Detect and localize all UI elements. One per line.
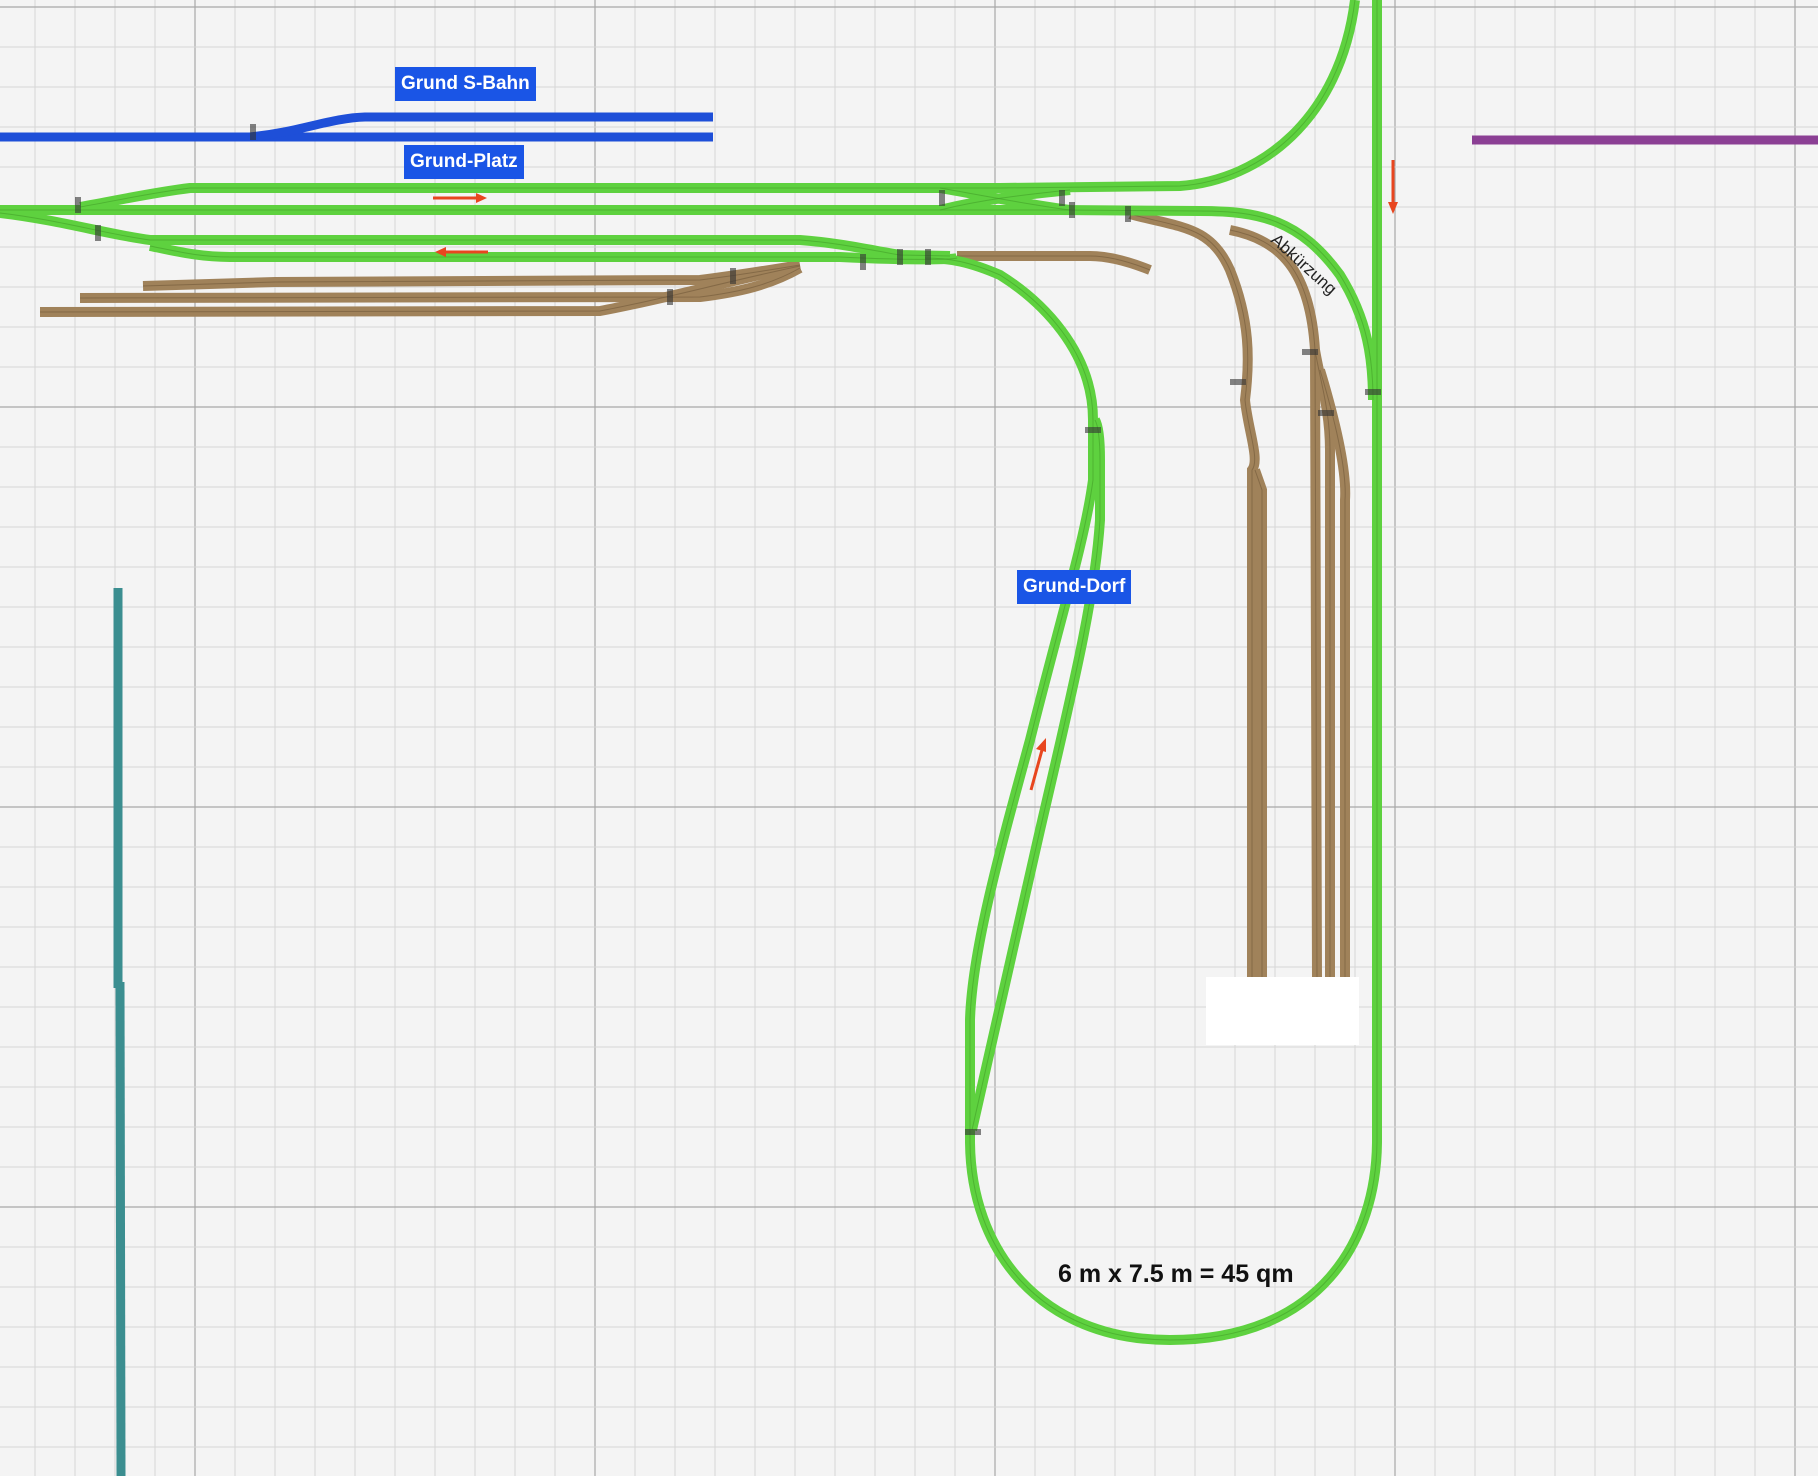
main-tracks [0, 0, 1382, 1346]
label-grund-dorf: Grund-Dorf [1017, 570, 1132, 604]
area-caption: 6 m x 7.5 m = 45 qm [1058, 1260, 1294, 1288]
teal-track [113, 588, 126, 1476]
siding-tracks [39, 209, 1351, 979]
label-grund-platz: Grund-Platz [404, 145, 524, 179]
track-plan-canvas: Grund S-Bahn Grund-Platz Grund-Dorf Abkü… [0, 0, 1818, 1476]
arrow-icon [1388, 160, 1398, 214]
grid [0, 0, 1818, 1476]
label-grund-sbahn: Grund S-Bahn [395, 67, 536, 101]
track-plan-diagram [0, 0, 1818, 1476]
white-area [1206, 977, 1359, 1045]
arrow-icon [433, 193, 487, 203]
